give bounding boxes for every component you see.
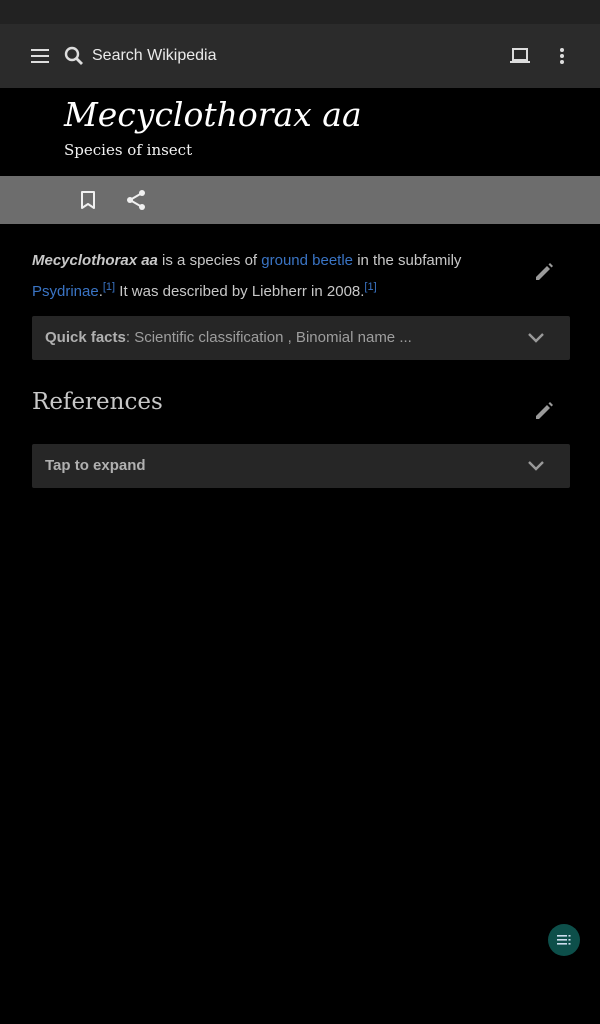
link-ground-beetle[interactable]: ground beetle bbox=[261, 252, 353, 269]
status-bar bbox=[0, 0, 600, 24]
table-of-contents-button[interactable] bbox=[548, 924, 580, 956]
tap-to-expand-text: Tap to expand bbox=[45, 457, 146, 474]
tabs-icon[interactable] bbox=[508, 44, 532, 68]
title-area: Mecyclothorax aa Species of insect bbox=[0, 88, 600, 176]
page-subtitle: Species of insect bbox=[64, 141, 193, 159]
quick-facts-text: Quick facts: Scientific classification ,… bbox=[45, 328, 412, 348]
quick-facts-label: Quick facts bbox=[45, 329, 126, 346]
lead-text: is a species of bbox=[157, 252, 262, 269]
chevron-down-icon[interactable] bbox=[524, 326, 548, 350]
page-action-bar bbox=[0, 176, 600, 224]
references-heading: References bbox=[32, 389, 163, 415]
more-vert-icon[interactable] bbox=[550, 44, 574, 68]
references-expand-box[interactable]: Tap to expand bbox=[32, 444, 570, 488]
quick-facts-summary: : Scientific classification , Binomial n… bbox=[125, 329, 412, 346]
bookmark-icon[interactable] bbox=[76, 188, 100, 212]
lead-text: It was described by Liebherr in 2008. bbox=[115, 283, 365, 300]
search-icon[interactable] bbox=[62, 44, 86, 68]
app-root: Search Wikipedia Mecyclothorax aa Specie… bbox=[0, 0, 600, 1024]
tap-to-expand-label: Tap to expand bbox=[45, 456, 146, 476]
reference-link[interactable]: [1] bbox=[364, 281, 376, 293]
edit-section-icon[interactable] bbox=[532, 260, 556, 284]
edit-section-icon[interactable] bbox=[532, 399, 556, 423]
list-icon bbox=[557, 935, 571, 945]
top-toolbar: Search Wikipedia bbox=[0, 24, 600, 88]
quick-facts-box[interactable]: Quick facts: Scientific classification ,… bbox=[32, 316, 570, 360]
link-psydrinae[interactable]: Psydrinae bbox=[32, 283, 99, 300]
share-icon[interactable] bbox=[124, 188, 148, 212]
lead-text: in the subfamily bbox=[353, 252, 462, 269]
reference-link[interactable]: [1] bbox=[103, 281, 115, 293]
search-input[interactable]: Search Wikipedia bbox=[92, 46, 217, 66]
menu-icon[interactable] bbox=[28, 44, 52, 68]
page-title: Mecyclothorax aa bbox=[64, 95, 362, 134]
chevron-down-icon[interactable] bbox=[524, 454, 548, 478]
article-subject: Mecyclothorax aa bbox=[32, 252, 158, 269]
lead-paragraph: Mecyclothorax aa is a species of ground … bbox=[32, 248, 507, 305]
